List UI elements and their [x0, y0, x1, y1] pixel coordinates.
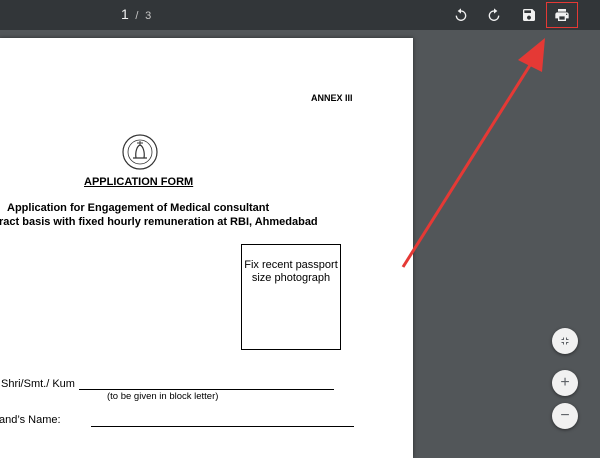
fit-to-page-button[interactable] [552, 328, 578, 354]
fit-to-page-icon [561, 337, 569, 345]
form-subtitle-line1: Application for Engagement of Medical co… [7, 202, 270, 214]
husband-name-line [91, 426, 354, 427]
name-field-hint: (to be given in block letter) [107, 391, 219, 402]
document-viewer[interactable]: ANNEX III APPLICATION FORM Application f… [0, 30, 600, 458]
name-field-line [79, 389, 334, 390]
pdf-page: ANNEX III APPLICATION FORM Application f… [0, 38, 413, 458]
name-field-label: Shri/Smt./ Kum [1, 378, 75, 390]
current-page-input[interactable]: 1 [121, 6, 129, 22]
rotate-counterclockwise-button[interactable] [449, 3, 473, 27]
total-pages: 3 [145, 10, 152, 22]
plus-icon: + [560, 374, 570, 391]
pdf-toolbar: 1 / 3 [0, 0, 600, 30]
rotate-left-icon [455, 8, 467, 21]
form-title: APPLICATION FORM [84, 176, 194, 188]
page-counter: 1 / 3 [121, 6, 151, 22]
photo-box: Fix recent passport size photograph [241, 244, 341, 350]
zoom-out-button[interactable]: − [552, 403, 578, 429]
rotate-right-icon [488, 8, 500, 21]
rbi-seal-icon [122, 134, 158, 170]
save-icon [523, 9, 535, 21]
page-separator: / [135, 10, 139, 22]
form-subtitle-line2: ract basis with fixed hourly remuneratio… [0, 216, 318, 228]
husband-name-label: and’s Name: [0, 414, 61, 426]
rotate-clockwise-button[interactable] [482, 3, 506, 27]
download-button[interactable] [517, 3, 541, 27]
print-button-highlight [546, 2, 578, 28]
annex-label: ANNEX III [311, 93, 353, 103]
minus-icon: − [560, 407, 570, 424]
zoom-in-button[interactable]: + [552, 370, 578, 396]
